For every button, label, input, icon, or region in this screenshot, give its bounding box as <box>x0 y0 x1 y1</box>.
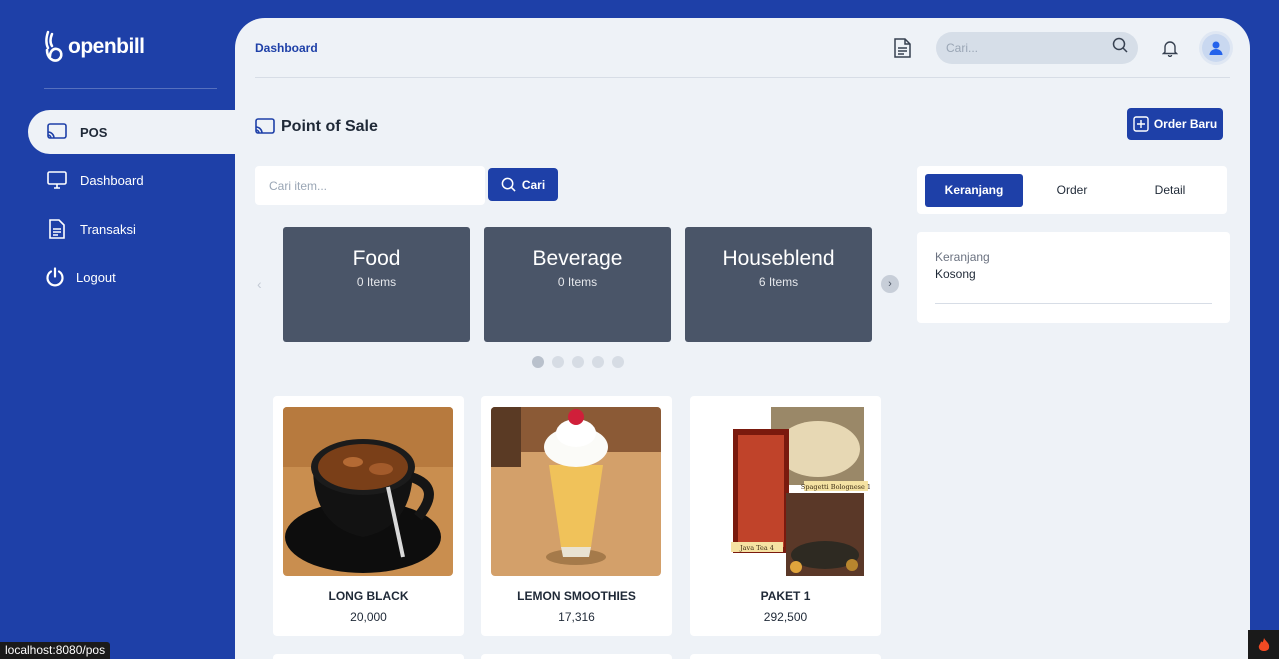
product-card[interactable]: LONG BLACK 20,000 <box>273 396 464 636</box>
item-search-input[interactable] <box>269 178 471 193</box>
sidebar-item-dashboard[interactable]: Dashboard <box>28 158 235 202</box>
product-price: 292,500 <box>763 610 808 624</box>
main-panel: Dashboard Point of Sale Order Baru <box>235 18 1250 659</box>
image-label: Spagetti Bolognese 1 <box>801 483 870 491</box>
carousel-dot[interactable] <box>592 356 604 368</box>
carousel-dot[interactable] <box>572 356 584 368</box>
image-label: Java Tea 4 <box>739 544 774 552</box>
product-name: PAKET 1 <box>760 589 811 603</box>
cart-empty-text: Kosong <box>935 267 976 281</box>
header-search <box>936 31 1138 64</box>
product-price: 20,000 <box>350 610 387 624</box>
divider <box>935 303 1212 304</box>
carousel-dot[interactable] <box>532 356 544 368</box>
cart-tabs: Keranjang Order Detail <box>917 166 1227 214</box>
flame-icon[interactable] <box>1248 630 1279 659</box>
avatar[interactable] <box>1202 33 1230 62</box>
power-icon <box>44 266 66 288</box>
carousel-dots <box>532 356 624 368</box>
header-search-input[interactable] <box>946 40 1112 55</box>
sidebar-item-logout[interactable]: Logout <box>28 255 235 299</box>
document-icon[interactable] <box>890 36 914 60</box>
tab-detail[interactable]: Detail <box>1121 174 1219 207</box>
product-image-lemon-smoothies <box>491 407 661 576</box>
sidebar-item-label: POS <box>80 124 108 140</box>
logo-text: openbill <box>68 35 145 58</box>
cast-icon <box>46 121 68 143</box>
product-card[interactable]: LEMON SMOOTHIES 17,316 <box>481 396 672 636</box>
category-count: 0 Items <box>356 275 397 289</box>
category-name: Houseblend <box>722 247 835 270</box>
breadcrumb[interactable]: Dashboard <box>255 41 318 55</box>
cart-label: Keranjang <box>935 250 990 264</box>
bell-icon[interactable] <box>1160 38 1180 58</box>
user-icon <box>1209 41 1223 55</box>
tab-keranjang[interactable]: Keranjang <box>925 173 1023 207</box>
product-name: LEMON SMOOTHIES <box>517 589 636 603</box>
product-card[interactable] <box>481 654 672 659</box>
sidebar: openbill POS Dashboard Transaksi Logout <box>0 0 235 659</box>
product-card[interactable] <box>690 654 881 659</box>
carousel-next-icon[interactable]: › <box>881 275 899 293</box>
product-price: 17,316 <box>558 610 595 624</box>
product-card[interactable] <box>273 654 464 659</box>
sidebar-divider <box>44 88 217 89</box>
sidebar-item-label: Dashboard <box>80 172 144 188</box>
search-icon[interactable] <box>1112 37 1128 58</box>
tab-order[interactable]: Order <box>1023 174 1121 207</box>
browser-status-url: localhost:8080/pos <box>0 642 111 659</box>
carousel-prev-icon[interactable]: ‹ <box>257 276 262 292</box>
search-button[interactable]: Cari <box>488 168 558 201</box>
search-button-label: Cari <box>521 177 546 192</box>
cast-icon <box>255 118 275 134</box>
top-bar: Dashboard <box>255 18 1230 78</box>
monitor-icon <box>46 169 68 191</box>
new-order-label: Order Baru <box>1153 117 1218 131</box>
category-card-food[interactable]: Food 0 Items <box>283 227 470 342</box>
category-card-beverage[interactable]: Beverage 0 Items <box>484 227 671 342</box>
product-image-paket-1: Spagetti Bolognese 1 Java Tea 4 <box>700 407 870 576</box>
category-name: Food <box>352 247 401 270</box>
product-name: LONG BLACK <box>328 589 409 603</box>
category-name: Beverage <box>532 247 623 270</box>
item-search <box>255 166 485 205</box>
page-title: Point of Sale <box>255 118 378 136</box>
product-image-long-black <box>283 407 453 576</box>
product-card[interactable]: Spagetti Bolognese 1 Java Tea 4 PAKET 1 … <box>690 396 881 636</box>
search-icon <box>501 177 516 192</box>
sidebar-item-label: Logout <box>76 269 116 285</box>
category-card-houseblend[interactable]: Houseblend 6 Items <box>685 227 872 342</box>
sidebar-item-transaksi[interactable]: Transaksi <box>28 207 235 251</box>
new-order-button[interactable]: Order Baru <box>1127 108 1223 140</box>
category-count: 6 Items <box>758 275 799 289</box>
carousel-dot[interactable] <box>612 356 624 368</box>
carousel-dot[interactable] <box>552 356 564 368</box>
app-logo[interactable]: openbill <box>44 30 145 64</box>
logo-icon <box>45 30 63 62</box>
plus-square-icon <box>1133 116 1149 132</box>
sidebar-item-pos[interactable]: POS <box>28 110 235 154</box>
page-title-text: Point of Sale <box>281 118 378 135</box>
document-icon <box>46 218 68 240</box>
category-count: 0 Items <box>557 275 598 289</box>
sidebar-item-label: Transaksi <box>80 221 136 237</box>
cart-panel: Keranjang Kosong <box>917 232 1230 323</box>
